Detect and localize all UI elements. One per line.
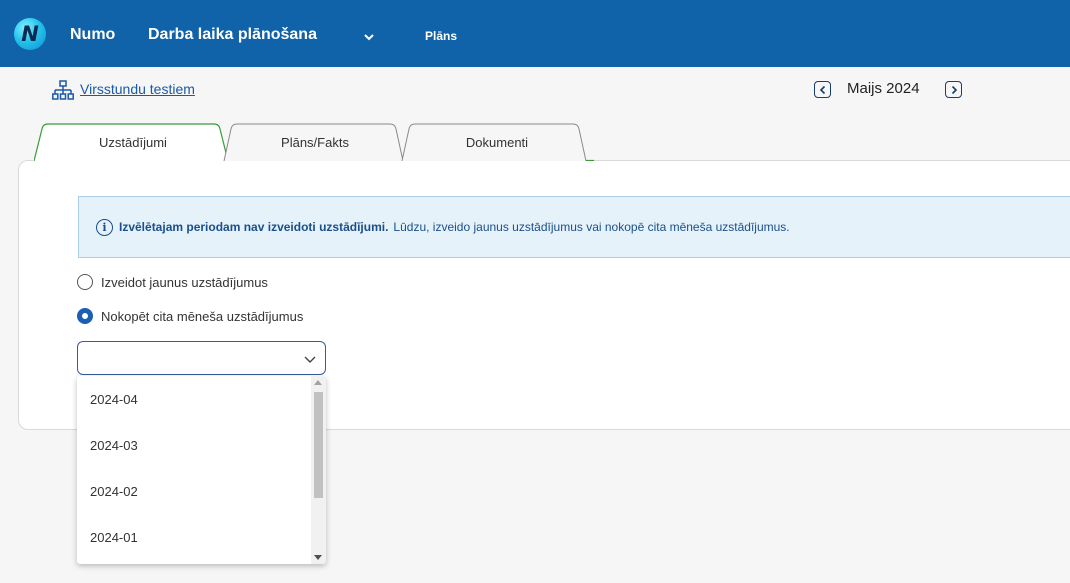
radio-button-selected[interactable] — [77, 308, 93, 324]
dropdown-option[interactable]: 2024-04 — [77, 376, 311, 422]
dropdown-option[interactable]: 2024-01 — [77, 514, 311, 560]
radio-button[interactable] — [77, 274, 93, 290]
chevron-right-icon — [951, 85, 957, 94]
previous-period-button[interactable] — [814, 81, 831, 98]
chevron-down-icon — [304, 356, 316, 363]
dropdown-scrollbar[interactable] — [311, 376, 326, 564]
chevron-left-icon — [819, 85, 825, 94]
period-label: Maijs 2024 — [847, 80, 920, 97]
chevron-down-icon[interactable] — [362, 30, 376, 44]
tab-documents[interactable]: Dokumenti — [400, 123, 594, 161]
org-structure-icon — [52, 80, 74, 100]
module-selector-label[interactable]: Darba laika plānošana — [148, 26, 317, 44]
app-name[interactable]: Numo — [70, 26, 115, 44]
scroll-up-arrow-icon[interactable] — [314, 380, 322, 385]
nav-plans-link[interactable]: Plāns — [425, 29, 457, 43]
dropdown-option[interactable]: 2024-02 — [77, 468, 311, 514]
scroll-down-arrow-icon[interactable] — [314, 555, 322, 560]
info-message: Lūdzu, izveido jaunus uzstādījumus vai n… — [393, 220, 790, 234]
numo-logo[interactable]: N — [14, 18, 46, 50]
tab-settings[interactable]: Uzstādījumi — [34, 123, 232, 161]
info-alert: i Izvēlētajam periodam nav izveidoti uzs… — [78, 196, 1070, 258]
info-icon: i — [96, 218, 113, 236]
radio-create-new[interactable]: Izveidot jaunus uzstādījumus — [77, 274, 268, 290]
month-dropdown-list: 2024-04 2024-03 2024-02 2024-01 — [77, 376, 326, 564]
org-unit-link[interactable]: Virsstundu testiem — [80, 81, 195, 97]
tab-bar: Uzstādījumi Plāns/Fakts Dokumenti — [34, 123, 594, 161]
month-select[interactable] — [77, 341, 326, 375]
radio-label[interactable]: Izveidot jaunus uzstādījumus — [101, 275, 268, 290]
tab-label: Uzstādījumi — [99, 134, 167, 150]
tab-label: Dokumenti — [465, 134, 529, 150]
tab-label: Plāns/Fakts — [281, 134, 349, 150]
next-period-button[interactable] — [945, 81, 962, 98]
scrollbar-thumb[interactable] — [314, 392, 323, 498]
radio-label[interactable]: Nokopēt cita mēneša uzstādījumus — [101, 309, 303, 324]
tab-plan-fact[interactable]: Plāns/Fakts — [222, 123, 408, 161]
radio-copy-other[interactable]: Nokopēt cita mēneša uzstādījumus — [77, 308, 303, 324]
info-title: Izvēlētajam periodam nav izveidoti uzstā… — [119, 220, 389, 234]
dropdown-option[interactable]: 2024-03 — [77, 422, 311, 468]
top-bar: N Numo Darba laika plānošana Plāns — [0, 0, 1070, 67]
